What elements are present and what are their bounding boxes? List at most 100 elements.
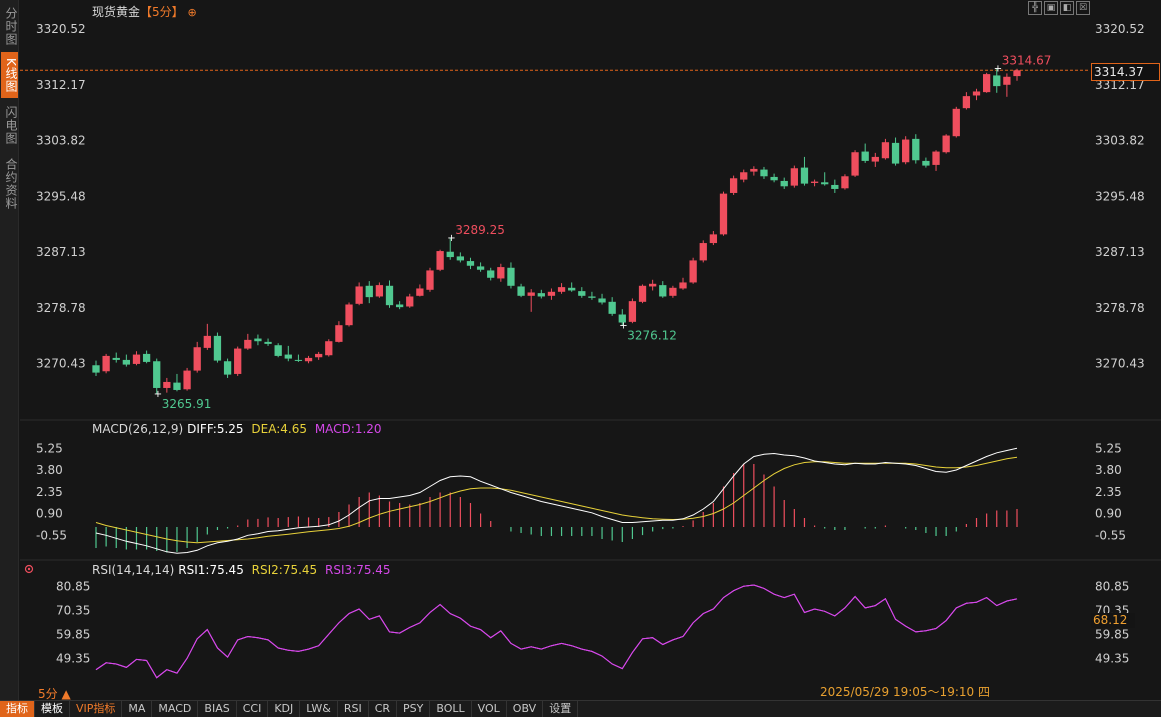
tab-0[interactable]: 指标 — [0, 701, 35, 717]
crosshair-time-label: 2025/05/29 19:05～19:10 四 — [820, 683, 990, 700]
candle-body — [365, 285, 373, 298]
tab-13[interactable]: VOL — [472, 701, 507, 717]
candle-body — [729, 178, 738, 193]
candle-body — [456, 256, 464, 261]
candle-body — [537, 293, 545, 297]
tab-5[interactable]: BIAS — [198, 701, 237, 717]
candle-body — [699, 243, 707, 261]
candle-body — [153, 361, 161, 388]
tab-7[interactable]: KDJ — [268, 701, 301, 717]
rsi-ytick-right-2: 59.85 — [1095, 628, 1129, 642]
tab-2[interactable]: VIP指标 — [70, 701, 123, 717]
indicator-tab-bar: 指标 模板 VIP指标 MA MACD BIAS CCI KDJ LW& RSI CR PSY BOLL… — [0, 700, 1161, 717]
rsi-ytick-left-0: 80.85 — [56, 579, 90, 593]
tab-15[interactable]: 设置 — [543, 701, 579, 717]
window-tools: ╬ ▣ ◧ ☒ — [1028, 1, 1090, 15]
tab-6[interactable]: CCI — [237, 701, 269, 717]
rsi-ytick-left-3: 49.35 — [56, 652, 90, 666]
candle-body — [952, 108, 960, 137]
candle-body — [679, 282, 687, 289]
split-icon[interactable]: ◧ — [1060, 1, 1074, 15]
macd-ytick-left-3: 0.90 — [36, 507, 63, 521]
kline-ytick-right-4: 3287.13 — [1095, 245, 1145, 259]
macd-legend: MACD(26,12,9) DIFF:5.25 DEA:4.65 MACD:1.2… — [92, 422, 386, 436]
candle-body — [669, 287, 677, 296]
macd-legend-macd: MACD:1.20 — [314, 422, 382, 436]
rsi1-line — [95, 584, 1018, 679]
candle-body — [304, 357, 313, 362]
period-label[interactable]: 【5分】 — [140, 5, 184, 19]
candle-body — [112, 357, 120, 360]
candle-body — [375, 285, 384, 297]
rsi-legend-rsi1: RSI1:75.45 — [178, 563, 244, 577]
candle-body — [355, 286, 363, 304]
macd-legend-name: MACD(26,12,9) — [92, 422, 184, 436]
tab-1[interactable]: 模板 — [35, 701, 70, 717]
candle-body — [426, 270, 434, 290]
chart-canvas[interactable]: 3320.52 3320.523312.17 3312.173303.82 3303.… — [0, 0, 1161, 700]
macd-ytick-left-0: 5.25 — [36, 441, 63, 455]
circle-plus-icon[interactable]: ⊕ — [187, 6, 196, 19]
candle-body — [719, 193, 728, 235]
macd-ytick-right-2: 2.35 — [1095, 485, 1122, 499]
tab-9[interactable]: RSI — [338, 701, 369, 717]
candle-body — [922, 160, 930, 166]
kline-ytick-right-6: 3270.43 — [1095, 357, 1145, 371]
grid-icon[interactable]: ╬ — [1028, 1, 1042, 15]
rsi3-line — [95, 584, 1018, 679]
macd-legend-diff: DIFF:5.25 — [187, 422, 244, 436]
kline-ytick-left-3: 3295.48 — [36, 189, 86, 203]
candle-body — [203, 335, 211, 348]
rsi-value-tag: 68.12 — [1091, 613, 1135, 628]
candle-body — [790, 168, 798, 186]
tab-8[interactable]: LW& — [300, 701, 338, 717]
tab-14[interactable]: OBV — [507, 701, 544, 717]
macd-legend-dea: DEA:4.65 — [251, 422, 307, 436]
candle-body — [92, 365, 100, 373]
candle-body — [659, 285, 667, 297]
candle-body — [578, 291, 586, 296]
candle-body — [142, 353, 151, 362]
candle-body — [385, 285, 394, 306]
low-price-label-2: 3276.12 — [627, 329, 677, 343]
candle-body — [689, 260, 697, 283]
candle-body — [264, 341, 272, 344]
rsi-legend-name: RSI(14,14,14) — [92, 563, 175, 577]
candle-body — [497, 267, 505, 279]
tab-10[interactable]: CR — [369, 701, 398, 717]
candle-body — [810, 181, 819, 183]
rsi-legend: RSI(14,14,14) RSI1:75.45 RSI2:75.45 RSI3:… — [92, 563, 395, 577]
candle-body — [234, 348, 242, 374]
rsi-ytick-left-1: 70.35 — [56, 604, 90, 618]
tab-4[interactable]: MACD — [152, 701, 199, 717]
macd-ytick-right-1: 3.80 — [1095, 463, 1122, 477]
high-price-label-1: 3289.25 — [455, 223, 505, 237]
rsi-marker-dot — [27, 567, 31, 571]
candle-body — [993, 75, 1001, 87]
candle-body — [284, 354, 292, 359]
candle-body — [851, 152, 859, 176]
kline-ytick-left-4: 3287.13 — [36, 245, 86, 259]
close-icon[interactable]: ☒ — [1076, 1, 1090, 15]
rsi2-line — [95, 584, 1018, 679]
candle-body — [466, 261, 475, 266]
tab-3[interactable]: MA — [122, 701, 153, 717]
candle-body — [638, 285, 647, 302]
chart-title: 现货黄金【5分】 ⊕ — [92, 3, 197, 20]
candle-body — [932, 151, 940, 165]
kline-ytick-right-0: 3320.52 — [1095, 22, 1145, 36]
tab-12[interactable]: BOLL — [430, 701, 472, 717]
expand-icon[interactable]: ▣ — [1044, 1, 1058, 15]
kline-ytick-right-2: 3303.82 — [1095, 134, 1145, 148]
kline-ytick-right-3: 3295.48 — [1095, 189, 1145, 203]
rsi-ytick-right-3: 49.35 — [1095, 652, 1129, 666]
macd-ytick-right-0: 5.25 — [1095, 441, 1122, 455]
low-price-label-3: 3265.91 — [162, 397, 212, 411]
tab-11[interactable]: PSY — [397, 701, 431, 717]
candle-body — [972, 91, 981, 96]
candle-body — [294, 359, 303, 361]
macd-ytick-right-3: 0.90 — [1095, 507, 1122, 521]
candle-body — [942, 135, 950, 153]
kline-ytick-left-2: 3303.82 — [36, 134, 86, 148]
candle-body — [831, 184, 839, 189]
